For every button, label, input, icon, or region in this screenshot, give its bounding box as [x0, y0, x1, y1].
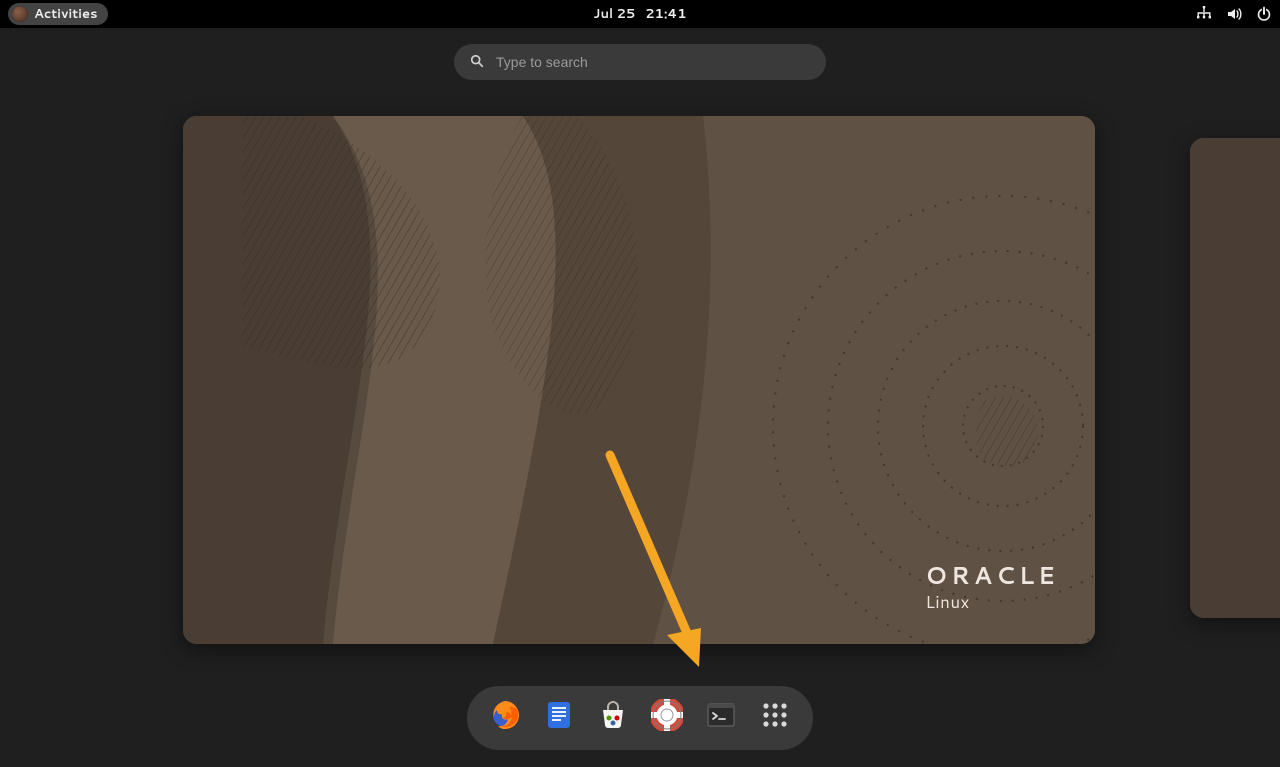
dock-item-software[interactable] [597, 702, 629, 734]
top-panel: Activities Jul 25 21:41 [0, 0, 1280, 28]
apps-grid-icon [759, 699, 791, 737]
brand-bottom-text: Linux [925, 590, 1059, 614]
search-bar[interactable] [454, 44, 826, 80]
help-icon [651, 699, 683, 737]
activities-button[interactable]: Activities [8, 3, 108, 25]
system-tray[interactable] [1196, 6, 1272, 22]
dock-item-terminal[interactable] [705, 702, 737, 734]
dock-item-firefox[interactable] [489, 702, 521, 734]
activities-label: Activities [34, 5, 98, 23]
dock-item-show-apps[interactable] [759, 702, 791, 734]
workspace-thumbnail-current[interactable]: ORACLE Linux [183, 116, 1095, 644]
dock-item-help[interactable] [651, 702, 683, 734]
text-editor-icon [543, 699, 575, 737]
wallpaper-image [1190, 138, 1280, 618]
power-icon[interactable] [1256, 6, 1272, 22]
wallpaper-branding: ORACLE Linux [925, 558, 1059, 614]
software-center-icon [597, 699, 629, 737]
activities-dot-icon [12, 6, 28, 22]
network-icon[interactable] [1196, 6, 1212, 22]
clock-date: Jul 25 [593, 5, 635, 23]
volume-icon[interactable] [1226, 6, 1242, 22]
brand-top-text: ORACLE [925, 558, 1059, 592]
dock-item-text-editor[interactable] [543, 702, 575, 734]
terminal-icon [705, 699, 737, 737]
dock [467, 686, 813, 750]
search-icon [470, 51, 484, 74]
clock-button[interactable]: Jul 25 21:41 [593, 5, 686, 23]
search-input[interactable] [494, 53, 810, 71]
workspace-thumbnail-next[interactable] [1190, 138, 1280, 618]
firefox-icon [489, 699, 521, 737]
clock-time: 21:41 [645, 5, 686, 23]
